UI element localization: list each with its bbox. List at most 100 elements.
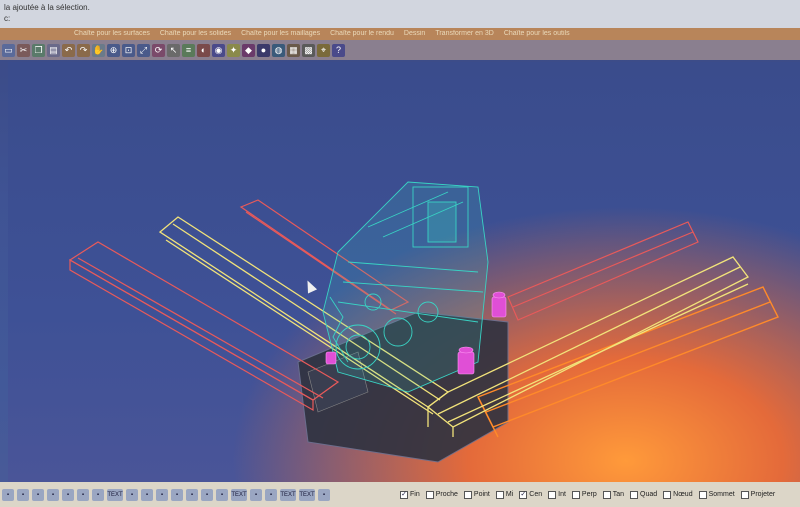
rotate-icon[interactable]: ⟳	[152, 43, 165, 57]
zoom-icon[interactable]: ⊕	[107, 43, 120, 57]
hatch-icon[interactable]: ▪	[126, 488, 138, 501]
zoom-extents-icon[interactable]: ⤢	[137, 43, 150, 57]
cad-window: la ajoutée à la sélection. c: Chaîte pou…	[0, 0, 800, 507]
engine-mount-3	[325, 351, 337, 365]
line-icon[interactable]: ▪	[2, 488, 14, 501]
select-icon[interactable]: ↖	[167, 43, 180, 57]
menu-item[interactable]: Chaîte pour les surfaces	[74, 28, 150, 40]
text-tool-2[interactable]: TEXT	[231, 488, 247, 501]
osnap-label: Cen	[529, 491, 543, 498]
osnap-label: Nœud	[673, 491, 693, 498]
mesh-icon[interactable]: ▪	[265, 488, 277, 501]
osnap-checkbox[interactable]: ✓	[519, 490, 528, 499]
text-tool-3[interactable]: TEXT	[280, 488, 296, 501]
light-icon[interactable]: ✦	[227, 43, 240, 57]
file-icon[interactable]: ▭	[2, 43, 15, 57]
osnap-panel: ✓ Fin Proche Point Mi ✓ Cen Int Perp Tan Quad Nœud S…	[400, 490, 775, 499]
osnap-label: Mi	[505, 491, 514, 498]
osnap-label: Int	[558, 491, 566, 498]
osnap-int[interactable]: Int	[548, 490, 566, 499]
command-prompt[interactable]: c:	[4, 13, 796, 24]
sphere-tool-icon[interactable]: ▪	[171, 488, 183, 501]
command-history-line: la ajoutée à la sélection.	[4, 3, 90, 12]
zoom-window-icon[interactable]: ⊡	[122, 43, 135, 57]
globe-icon[interactable]: ◍	[272, 43, 285, 57]
osnap-checkbox[interactable]	[425, 490, 434, 499]
circle-icon[interactable]: ▪	[47, 488, 59, 501]
osnap-checkbox[interactable]	[740, 490, 749, 499]
osnap-checkbox[interactable]	[548, 490, 557, 499]
osnap-perp[interactable]: Perp	[571, 490, 597, 499]
osnap-mi[interactable]: Mi	[495, 490, 514, 499]
texture-icon[interactable]: ▦	[287, 43, 300, 57]
redo-icon[interactable]: ↷	[77, 43, 90, 57]
grid-icon[interactable]: ▩	[302, 43, 315, 57]
material-icon[interactable]: ◆	[242, 43, 255, 57]
text-tool[interactable]: TEXT	[107, 488, 123, 501]
block-icon[interactable]: ▪	[156, 488, 168, 501]
cube-icon[interactable]: ▪	[318, 488, 330, 501]
osnap-checkbox[interactable]	[698, 490, 707, 499]
text-tool-4[interactable]: TEXT	[299, 488, 315, 501]
osnap-tan[interactable]: Tan	[602, 490, 624, 499]
scene-svg	[68, 181, 779, 463]
osnap-checkbox[interactable]	[663, 490, 672, 499]
osnap-checkbox[interactable]	[495, 490, 504, 499]
osnap-point[interactable]: Point	[463, 490, 490, 499]
menu-item[interactable]: Dessin	[404, 28, 425, 40]
osnap-label: Quad	[640, 491, 658, 498]
render-icon[interactable]: ◉	[212, 43, 225, 57]
box-icon[interactable]: ▪	[216, 488, 228, 501]
point-icon[interactable]: ▪	[250, 488, 262, 501]
osnap-label: Fin	[410, 491, 420, 498]
undo-icon[interactable]: ↶	[62, 43, 75, 57]
menu-bar: Chaîte pour les surfaces Chaîte pour les …	[0, 28, 800, 40]
osnap-quad[interactable]: Quad	[630, 490, 658, 499]
dim-icon[interactable]: ▪	[141, 488, 153, 501]
engine-mount-2	[457, 346, 475, 375]
copy-icon[interactable]: ❐	[32, 43, 45, 57]
osnap-proche[interactable]: Proche	[425, 490, 458, 499]
osnap-label: Perp	[581, 491, 597, 498]
beam-red-right	[507, 221, 699, 321]
beam-orange-right	[477, 286, 779, 438]
rect-icon[interactable]: ▪	[62, 488, 74, 501]
osnap-checkbox[interactable]	[463, 490, 472, 499]
osnap-checkbox[interactable]	[630, 490, 639, 499]
menu-item[interactable]: Chaîte pour les outils	[504, 28, 570, 40]
curve-icon[interactable]: ▪	[92, 488, 104, 501]
3d-viewport[interactable]	[8, 62, 800, 482]
help-icon[interactable]: ?	[332, 43, 345, 57]
engine-mount-1	[491, 291, 507, 318]
osnap-checkbox[interactable]	[571, 490, 580, 499]
status-bar: ▪ ▪ ▪ ▪ ▪ ▪ ▪ TEXT ▪ ▪ ▪ ▪ ▪ ▪ ▪ TEXT ▪ ▪ TEXT TEXT ▪ ✓ Fin Pr…	[0, 482, 800, 507]
cut-icon[interactable]: ✂	[17, 43, 30, 57]
osnap-fin[interactable]: ✓ Fin	[400, 490, 420, 499]
paste-icon[interactable]: ▤	[47, 43, 60, 57]
osnap-sommet[interactable]: Sommet	[698, 490, 735, 499]
osnap-projeter[interactable]: Projeter	[740, 490, 775, 499]
osnap-nœud[interactable]: Nœud	[663, 490, 693, 499]
sphere-icon[interactable]: ●	[257, 43, 270, 57]
cone-icon[interactable]: ▪	[201, 488, 213, 501]
osnap-label: Sommet	[708, 491, 735, 498]
cylinder-icon[interactable]: ▪	[186, 488, 198, 501]
snap-toolbar: ▪ ▪ ▪ ▪ ▪ ▪ ▪ TEXT ▪ ▪ ▪ ▪ ▪ ▪ ▪ TEXT ▪ ▪ TEXT TEXT ▪	[0, 488, 330, 501]
menu-item[interactable]: Transformer en 3D	[435, 28, 493, 40]
menu-item[interactable]: Chaîte pour le rendu	[330, 28, 394, 40]
arc-icon[interactable]: ▪	[32, 488, 44, 501]
menu-item[interactable]: Chaîte pour les solides	[160, 28, 231, 40]
osnap-cen[interactable]: ✓ Cen	[519, 490, 543, 499]
osnap-label: Point	[473, 491, 490, 498]
menu-item[interactable]: Chaîte pour les maillages	[241, 28, 320, 40]
layer-icon[interactable]: ≡	[182, 43, 195, 57]
osnap-checkbox[interactable]: ✓	[400, 490, 408, 499]
osnap-label: Proche	[435, 491, 458, 498]
polygon-icon[interactable]: ▪	[77, 488, 89, 501]
pan-icon[interactable]: ✋	[92, 43, 105, 57]
main-toolbar: ▭ ✂ ❐ ▤ ↶ ↷ ✋ ⊕ ⊡ ⤢ ⟳ ↖ ≡ ◐ ◉ ✦ ◆ ● ◍ ▦ ▩ ⌖?	[0, 40, 800, 60]
snap-icon[interactable]: ⌖	[317, 43, 330, 57]
shade-icon[interactable]: ◐	[197, 43, 210, 57]
polyline-icon[interactable]: ▪	[17, 488, 29, 501]
osnap-checkbox[interactable]	[602, 490, 611, 499]
